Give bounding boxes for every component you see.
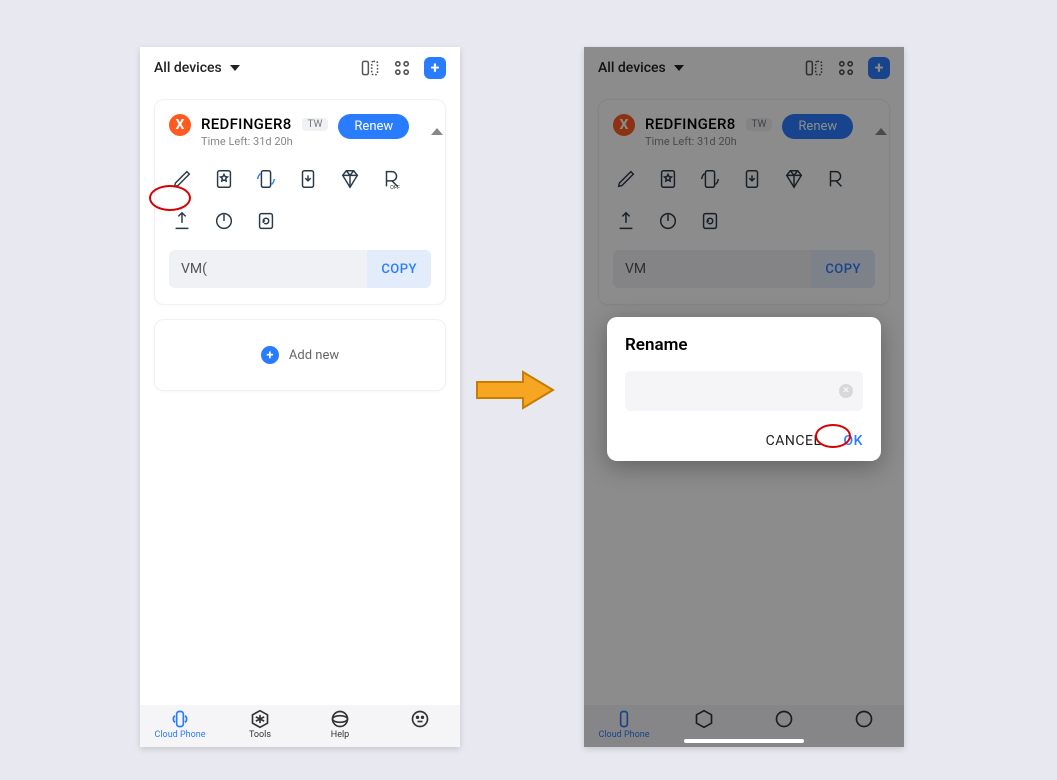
face-icon: [410, 709, 430, 729]
tools-icon: [250, 709, 270, 729]
vm-id-value: VM(: [169, 250, 367, 288]
device-filter-dropdown[interactable]: All devices: [154, 60, 240, 76]
device-card: X REDFINGER8 TW Time Left: 31d 20h Renew: [154, 99, 446, 305]
chevron-down-icon: [230, 65, 240, 71]
grid-view-icon[interactable]: [392, 58, 412, 78]
cancel-button[interactable]: CANCEL: [766, 433, 822, 449]
nav-cloud-phone[interactable]: Cloud Phone: [140, 709, 220, 747]
rename-input[interactable]: ✕: [625, 371, 863, 411]
upload-icon[interactable]: [171, 210, 193, 232]
nav-tools[interactable]: Tools: [220, 709, 300, 747]
copy-button[interactable]: COPY: [367, 250, 431, 288]
nav-label: Tools: [249, 730, 271, 740]
nav-label: Help: [331, 730, 349, 740]
transition-arrow: [475, 370, 555, 410]
rename-modal: Rename ✕ CANCEL OK: [607, 317, 881, 461]
layout-toggle-icon[interactable]: [360, 58, 380, 78]
plus-icon: +: [261, 346, 279, 364]
help-icon: [330, 709, 350, 729]
phone-rotate-icon[interactable]: [255, 168, 277, 190]
add-new-label: Add new: [289, 348, 339, 363]
reset-device-icon[interactable]: [255, 210, 277, 232]
phone-screen-before: All devices + X REDFINGER8 TW Time Left:…: [140, 47, 460, 747]
bottom-nav: Cloud Phone Tools Help: [140, 705, 460, 747]
power-icon[interactable]: [213, 210, 235, 232]
modal-title: Rename: [625, 335, 863, 355]
device-name: REDFINGER8: [201, 115, 292, 133]
topbar: All devices +: [140, 47, 460, 89]
time-left: Time Left: 31d 20h: [201, 135, 328, 148]
add-button[interactable]: +: [424, 57, 446, 79]
nav-label: Cloud Phone: [155, 730, 206, 740]
nav-help[interactable]: Help: [300, 709, 380, 747]
brand-badge: X: [169, 114, 191, 136]
ok-button[interactable]: OK: [844, 433, 864, 449]
home-indicator: [684, 739, 804, 743]
region-tag: TW: [302, 118, 329, 131]
renew-button[interactable]: Renew: [338, 114, 409, 139]
device-filter-label: All devices: [154, 60, 222, 76]
device-download-icon[interactable]: [297, 168, 319, 190]
clear-input-icon[interactable]: ✕: [839, 384, 853, 398]
cloud-phone-icon: [170, 709, 190, 729]
nav-me[interactable]: [380, 709, 460, 747]
svg-text:OFF: OFF: [390, 185, 400, 190]
chevron-up-icon[interactable]: [431, 128, 443, 135]
diamond-icon[interactable]: [339, 168, 361, 190]
vm-id-row: VM( COPY: [169, 250, 431, 288]
bookmark-star-icon[interactable]: [213, 168, 235, 190]
add-new-card[interactable]: + Add new: [154, 319, 446, 391]
root-off-icon[interactable]: OFF: [381, 168, 403, 190]
phone-screen-after: All devices + X REDFINGER8 TW Time Left:…: [584, 47, 904, 747]
edit-icon[interactable]: [171, 168, 193, 190]
